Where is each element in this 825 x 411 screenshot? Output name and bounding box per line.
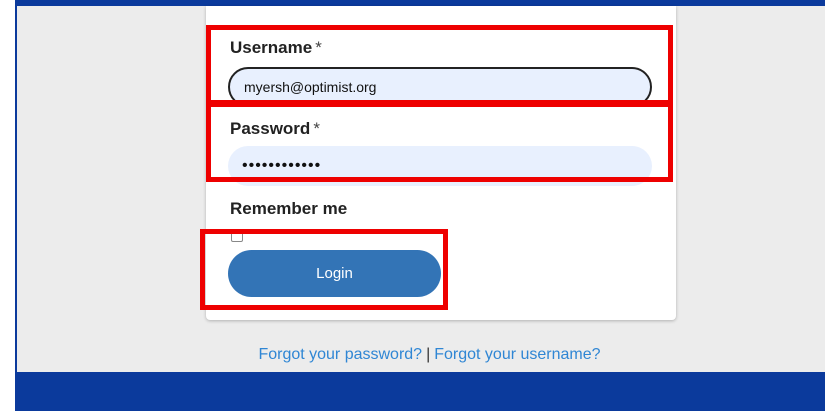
password-highlight-box: [206, 102, 673, 182]
left-margin: [0, 0, 15, 411]
forgot-password-link[interactable]: Forgot your password?: [258, 346, 422, 363]
username-highlight-box: [206, 25, 673, 105]
login-page: Username* Password* Remember me Login Fo…: [0, 0, 825, 411]
bottom-brand-bar: [15, 372, 825, 411]
link-separator: |: [426, 346, 431, 363]
forgot-username-link[interactable]: Forgot your username?: [434, 346, 600, 363]
login-highlight-box: [200, 229, 448, 310]
remember-me-label: Remember me: [230, 199, 348, 218]
footer-links: Forgot your password? | Forgot your userna…: [17, 346, 825, 364]
